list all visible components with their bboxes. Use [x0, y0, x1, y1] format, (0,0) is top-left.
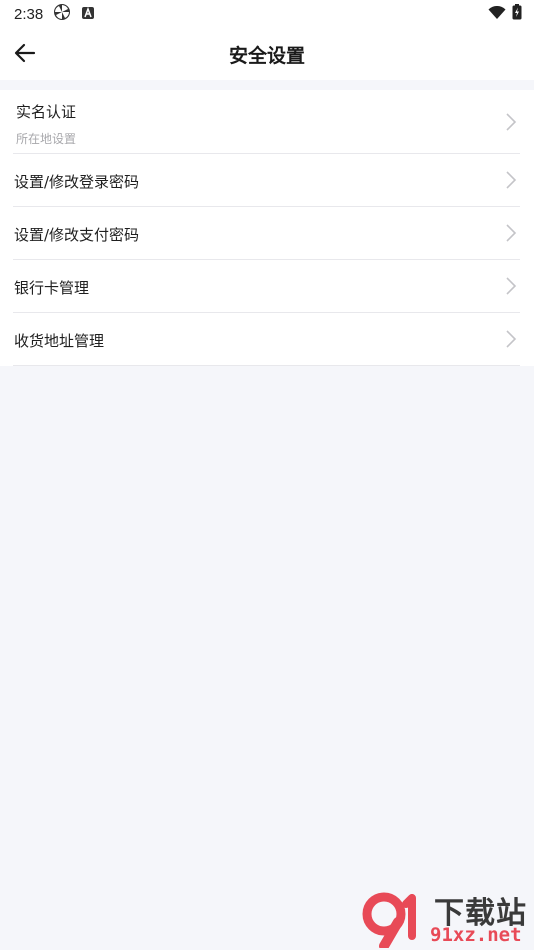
wifi-icon — [488, 5, 506, 24]
watermark-logo-icon — [362, 892, 428, 950]
settings-item-label: 设置/修改登录密码 — [14, 173, 140, 191]
settings-item-payment-password[interactable]: 设置/修改支付密码 — [13, 207, 520, 260]
pinwheel-icon — [53, 3, 71, 25]
page-title: 安全设置 — [228, 44, 305, 67]
settings-item-label: 实名认证 — [16, 103, 77, 121]
status-bar: 2:38 — [0, 0, 534, 28]
settings-list: 实名认证 所在地设置 设置/修改登录密码 设置/修改支付密码 银行卡管理 收货地… — [0, 90, 534, 366]
settings-item-bank-card[interactable]: 银行卡管理 — [13, 260, 520, 313]
status-system-icons — [488, 4, 522, 24]
battery-charging-icon — [512, 4, 522, 24]
settings-item-label: 收货地址管理 — [14, 332, 105, 350]
back-button[interactable] — [10, 40, 40, 70]
app-header: 安全设置 — [0, 28, 534, 80]
settings-item-login-password[interactable]: 设置/修改登录密码 — [13, 154, 520, 207]
chevron-right-icon — [504, 112, 518, 132]
settings-item-real-name-verification[interactable]: 实名认证 所在地设置 — [13, 90, 520, 154]
settings-item-label: 设置/修改支付密码 — [14, 226, 140, 244]
chevron-right-icon — [504, 223, 518, 243]
watermark: 下载站 91xz.net — [362, 888, 534, 950]
status-time: 2:38 — [14, 5, 44, 23]
settings-item-subtitle: 所在地设置 — [16, 132, 77, 146]
status-notification-icons — [53, 3, 95, 25]
settings-item-shipping-address[interactable]: 收货地址管理 — [13, 313, 520, 366]
a-box-icon — [81, 5, 95, 24]
chevron-right-icon — [504, 276, 518, 296]
chevron-right-icon — [504, 329, 518, 349]
watermark-text-bottom: 91xz.net — [430, 924, 522, 946]
arrow-left-icon — [14, 43, 36, 67]
settings-item-label: 银行卡管理 — [14, 279, 90, 297]
chevron-right-icon — [504, 170, 518, 190]
